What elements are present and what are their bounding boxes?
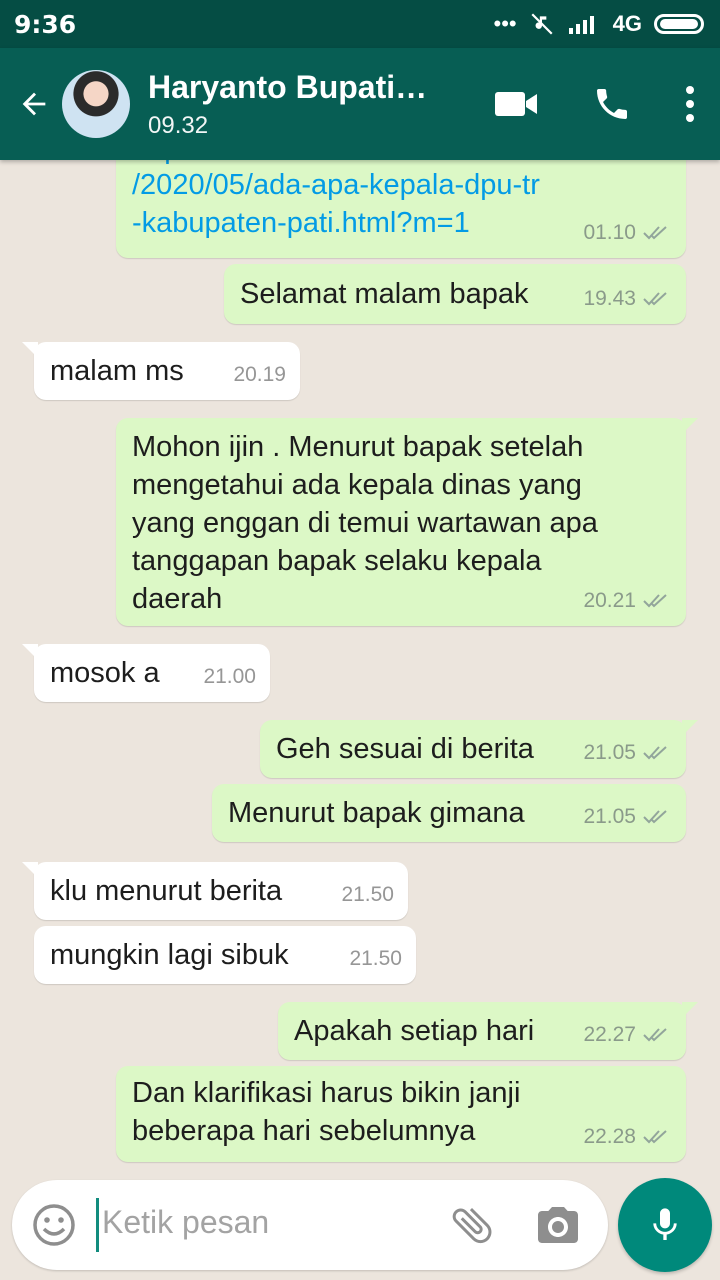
message-meta: 01.10 xyxy=(583,214,672,252)
bubble-tail xyxy=(22,342,38,358)
message-time: 21.50 xyxy=(349,947,402,970)
bubble-tail xyxy=(682,720,698,736)
status-icons: ••• 4G xyxy=(494,11,704,37)
composer: Ketik pesan xyxy=(0,1170,720,1280)
text-cursor xyxy=(96,1198,99,1252)
message-time: 22.27 xyxy=(583,1023,636,1046)
message-time: 21.50 xyxy=(341,883,394,906)
message-list[interactable]: http://www.suarakindonesia.com /2020/05/… xyxy=(0,160,720,1170)
camera-icon xyxy=(538,1207,578,1243)
bubble-tail xyxy=(22,644,38,660)
message-meta: 21.05 xyxy=(583,734,672,772)
message-input-container[interactable]: Ketik pesan xyxy=(12,1180,608,1270)
phone-icon xyxy=(597,89,627,119)
battery-icon xyxy=(654,14,704,34)
mic-icon xyxy=(653,1208,677,1240)
network-type: 4G xyxy=(612,11,642,36)
more-vert-icon xyxy=(686,86,694,122)
bubble-tail xyxy=(682,418,698,434)
message-outgoing[interactable]: Menurut bapak gimana 21.05 xyxy=(212,784,686,842)
message-outgoing[interactable]: Mohon ijin . Menurut bapak setelah menge… xyxy=(116,418,698,626)
message-meta: 22.27 xyxy=(583,1016,672,1054)
message-time: 01.10 xyxy=(583,221,636,244)
double-check-icon xyxy=(643,1130,667,1144)
message-incoming[interactable]: mungkin lagi sibuk 21.50 xyxy=(34,926,416,984)
message-time: 19.43 xyxy=(583,287,636,310)
contact-info[interactable]: Haryanto Bupati… 09.32 xyxy=(148,69,448,140)
bubble-tail xyxy=(22,862,38,878)
attach-icon xyxy=(452,1208,492,1244)
message-input[interactable]: Ketik pesan xyxy=(102,1204,269,1241)
more-options-button[interactable] xyxy=(660,48,720,160)
message-meta: 20.21 xyxy=(583,582,672,620)
bubble-tail xyxy=(682,1002,698,1018)
message-meta: 21.50 xyxy=(349,940,402,978)
video-call-icon xyxy=(495,92,537,116)
message-incoming[interactable]: mosok a 21.00 xyxy=(22,644,270,702)
double-check-icon xyxy=(643,594,667,608)
notification-dots-icon: ••• xyxy=(493,11,517,36)
message-time: 21.00 xyxy=(203,665,256,688)
video-call-button[interactable] xyxy=(468,48,564,160)
header-actions xyxy=(468,48,720,160)
message-meta: 19.43 xyxy=(583,280,672,318)
double-check-icon xyxy=(643,1028,667,1042)
message-outgoing[interactable]: Geh sesuai di berita 21.05 xyxy=(260,720,698,778)
avatar[interactable] xyxy=(62,70,130,138)
message-meta: 22.28 xyxy=(583,1118,672,1156)
status-bar: 9:36 ••• 4G xyxy=(0,0,720,48)
double-check-icon xyxy=(643,226,667,240)
contact-name: Haryanto Bupati… xyxy=(148,68,428,105)
message-meta: 20.19 xyxy=(233,356,286,394)
voice-call-button[interactable] xyxy=(564,48,660,160)
message-outgoing[interactable]: http://www.suarakindonesia.com /2020/05/… xyxy=(116,160,686,258)
voice-record-button[interactable] xyxy=(618,1178,712,1272)
message-incoming[interactable]: klu menurut berita 21.50 xyxy=(22,862,408,920)
back-arrow-icon xyxy=(22,92,46,116)
chat-header: Haryanto Bupati… 09.32 xyxy=(0,48,720,160)
message-outgoing[interactable]: Apakah setiap hari 22.27 xyxy=(278,1002,698,1060)
message-meta: 21.00 xyxy=(203,658,256,696)
message-meta: 21.50 xyxy=(341,876,394,914)
double-check-icon xyxy=(643,292,667,306)
mute-icon xyxy=(531,13,553,35)
double-check-icon xyxy=(643,810,667,824)
message-outgoing[interactable]: Selamat malam bapak 19.43 xyxy=(224,264,686,324)
message-outgoing[interactable]: Dan klarifikasi harus bikin janji bebera… xyxy=(116,1066,686,1162)
message-time: 21.05 xyxy=(583,741,636,764)
back-button[interactable] xyxy=(6,48,62,160)
signal-icon xyxy=(568,16,594,34)
double-check-icon xyxy=(643,746,667,760)
status-time: 9:36 xyxy=(14,9,77,39)
emoji-button[interactable] xyxy=(30,1201,78,1249)
message-time: 20.21 xyxy=(583,589,636,612)
message-time: 22.28 xyxy=(583,1125,636,1148)
camera-button[interactable] xyxy=(534,1201,582,1249)
last-seen: 09.32 xyxy=(148,111,209,139)
message-meta: 21.05 xyxy=(583,798,672,836)
message-incoming[interactable]: malam ms 20.19 xyxy=(22,342,300,400)
message-time: 21.05 xyxy=(583,805,636,828)
attach-button[interactable] xyxy=(448,1201,496,1249)
emoji-icon xyxy=(33,1204,75,1246)
message-time: 20.19 xyxy=(233,363,286,386)
